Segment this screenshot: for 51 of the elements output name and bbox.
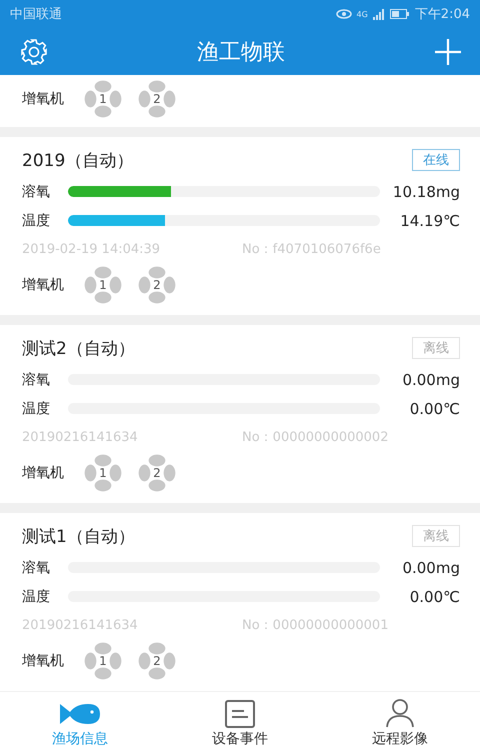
aerator-label: 增氧机 <box>22 464 64 482</box>
nav-tab[interactable]: 设备事件 <box>192 700 288 750</box>
eye-icon <box>336 9 352 19</box>
meter-label: 溶氧 <box>22 182 51 200</box>
list-icon <box>224 700 256 728</box>
nav-tab[interactable]: 远程影像 <box>352 698 448 750</box>
aerator-label: 增氧机 <box>22 652 64 670</box>
fan-icon[interactable] <box>83 641 123 681</box>
fan-icon[interactable] <box>83 265 123 305</box>
device-name: 测试1（自动） <box>22 526 135 548</box>
meter-label: 溶氧 <box>22 558 51 576</box>
device-name: 测试2（自动） <box>22 338 135 360</box>
battery-icon <box>390 9 410 19</box>
app-title: 渔工物联 <box>197 38 285 66</box>
add-icon[interactable] <box>434 38 462 66</box>
meter-label: 溶氧 <box>22 370 51 388</box>
meter-label: 温度 <box>22 400 51 418</box>
network-label: 4G <box>356 10 368 18</box>
meter-label: 温度 <box>22 588 51 606</box>
aerator-label: 增氧机 <box>22 276 64 294</box>
meter-reading: 14.19℃ <box>399 212 460 230</box>
fan-icon[interactable] <box>137 453 177 493</box>
user-icon <box>384 698 416 728</box>
fan-icon[interactable] <box>137 641 177 681</box>
fan-number: 2 <box>153 466 161 480</box>
settings-icon[interactable] <box>20 38 48 66</box>
status-badge: 离线 <box>412 525 460 547</box>
status-badge: 离线 <box>412 337 460 359</box>
device-name: 2019（自动） <box>22 150 134 172</box>
meter-reading: 0.00mg <box>401 558 460 576</box>
fan-number: 1 <box>99 654 107 668</box>
fan-number: 1 <box>99 92 107 106</box>
fan-number: 1 <box>99 466 107 480</box>
clock-time: 下午2:04 <box>414 6 470 23</box>
status-badge: 在线 <box>412 149 460 171</box>
aerator-label: 增氧机 <box>22 90 64 108</box>
meter-reading: 10.18mg <box>392 182 460 200</box>
fan-number: 1 <box>99 278 107 292</box>
signal-icon <box>372 8 385 20</box>
fan-icon[interactable] <box>137 265 177 305</box>
meter-reading: 0.00℃ <box>408 588 460 606</box>
fan-number: 2 <box>153 92 161 106</box>
meter-label: 温度 <box>22 212 51 230</box>
meter-reading: 0.00℃ <box>408 400 460 418</box>
meter-reading: 0.00mg <box>401 370 460 388</box>
fan-icon[interactable] <box>83 453 123 493</box>
fan-icon[interactable] <box>83 79 123 119</box>
fan-number: 2 <box>153 278 161 292</box>
fan-number: 2 <box>153 654 161 668</box>
fan-icon[interactable] <box>137 79 177 119</box>
carrier-name: 中国联通 <box>10 6 62 23</box>
